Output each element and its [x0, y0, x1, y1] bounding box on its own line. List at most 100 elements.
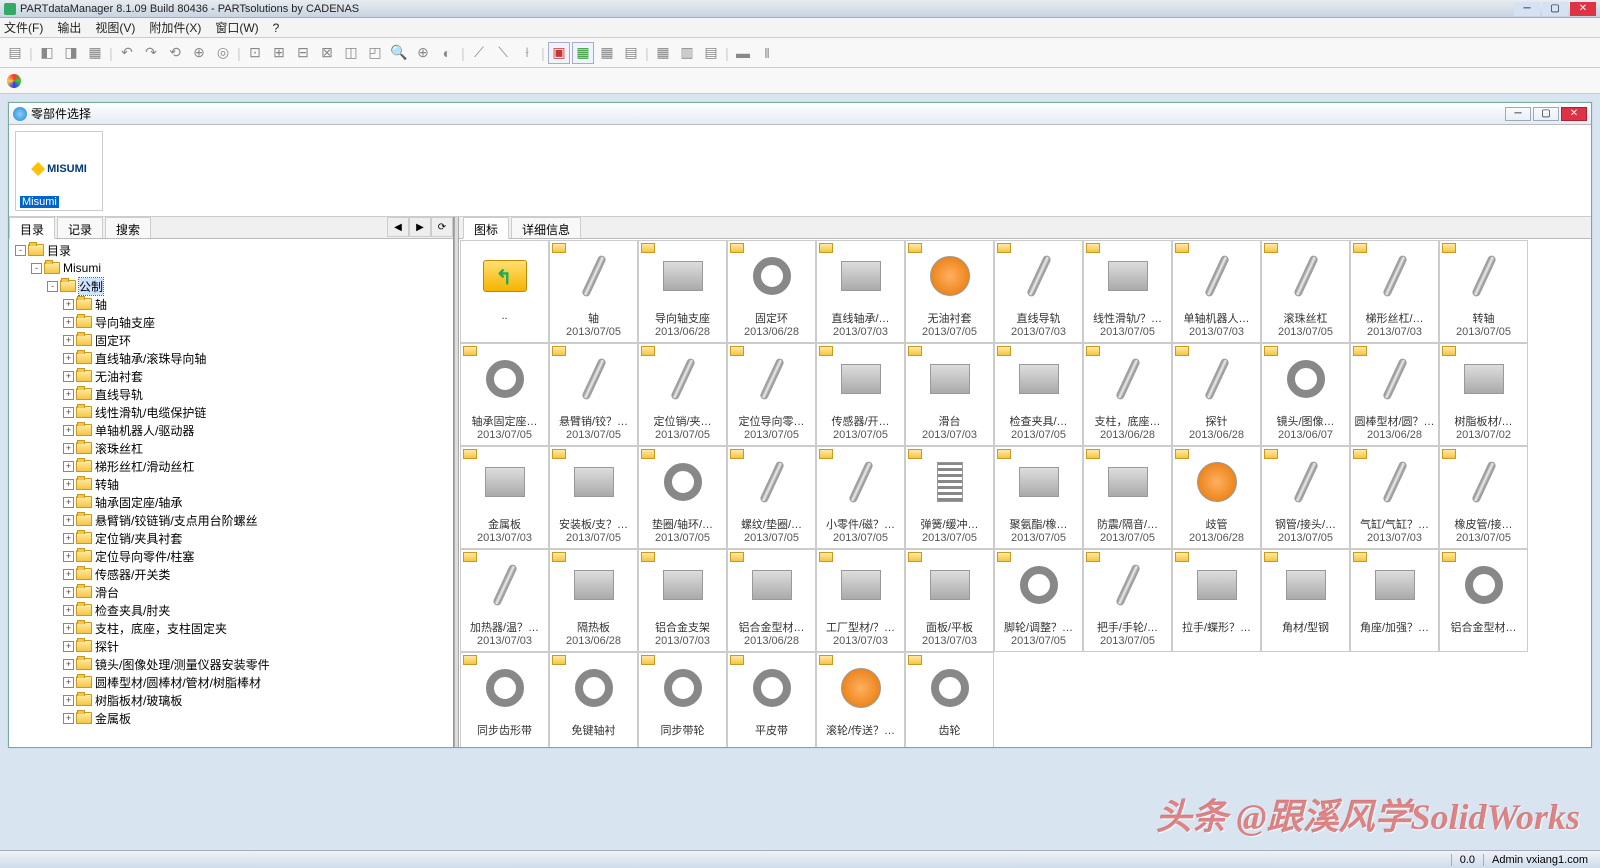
thumbnail-cell[interactable]: 滚轮/传送？… [816, 652, 905, 747]
expand-toggle-icon[interactable]: + [63, 353, 74, 364]
thumbnail-cell[interactable]: 拉手/蝶形？… [1172, 549, 1261, 652]
thumbnail-cell[interactable]: 定位销/夹…2013/07/05 [638, 343, 727, 446]
tree-node[interactable]: +镜头/图像处理/测量仪器安装零件 [13, 655, 449, 673]
tool-cube-icon[interactable]: ◧ [36, 42, 58, 64]
tool-view4-icon[interactable]: ⊠ [316, 42, 338, 64]
tree-node[interactable]: +传感器/开关类 [13, 565, 449, 583]
thumbnail-cell[interactable]: 直线导轨2013/07/03 [994, 240, 1083, 343]
thumbnail-cell[interactable]: 直线轴承/…2013/07/03 [816, 240, 905, 343]
tree-node[interactable]: +单轴机器人/驱动器 [13, 421, 449, 439]
catalog-tree[interactable]: -目录-Misumi-公制+轴+导向轴支座+固定环+直线轴承/滚珠导向轴+无油衬… [9, 239, 453, 747]
tree-node[interactable]: -Misumi [13, 259, 449, 277]
tool-view3-icon[interactable]: ⊟ [292, 42, 314, 64]
expand-toggle-icon[interactable]: + [63, 317, 74, 328]
tool-view5-icon[interactable]: ◫ [340, 42, 362, 64]
thumbnail-cell[interactable]: 轴2013/07/05 [549, 240, 638, 343]
thumbnail-cell[interactable]: 安装板/支？…2013/07/05 [549, 446, 638, 549]
tree-node[interactable]: +金属板 [13, 709, 449, 727]
expand-toggle-icon[interactable]: + [63, 407, 74, 418]
tree-node[interactable]: +导向轴支座 [13, 313, 449, 331]
thumbnail-cell[interactable]: 聚氨酯/橡…2013/07/05 [994, 446, 1083, 549]
tree-node[interactable]: -公制 [13, 277, 449, 295]
tree-node[interactable]: +定位销/夹具衬套 [13, 529, 449, 547]
thumbnail-cell[interactable]: 防震/隔音/…2013/07/05 [1083, 446, 1172, 549]
thumbnail-cell[interactable]: .. [460, 240, 549, 343]
minimize-button[interactable]: ─ [1514, 2, 1540, 16]
thumbnail-cell[interactable]: 支柱，底座…2013/06/28 [1083, 343, 1172, 446]
vendor-logo[interactable]: MISUMI Misumi [15, 131, 103, 211]
thumbnail-cell[interactable]: 悬臂销/铰？…2013/07/05 [549, 343, 638, 446]
tool-code-icon[interactable]: ‖ [756, 42, 778, 64]
tool-bar-icon[interactable]: ▬ [732, 42, 754, 64]
tool-dim1-icon[interactable]: ⟋ [468, 42, 490, 64]
thumbnail-cell[interactable]: 无油衬套2013/07/05 [905, 240, 994, 343]
tool-nav3-icon[interactable]: ⟲ [164, 42, 186, 64]
sub-maximize-button[interactable]: ▢ [1533, 107, 1559, 121]
thumbnail-cell[interactable]: 轴承固定座…2013/07/05 [460, 343, 549, 446]
thumbnail-cell[interactable]: 定位导向零…2013/07/05 [727, 343, 816, 446]
expand-toggle-icon[interactable]: + [63, 497, 74, 508]
tree-node[interactable]: +探针 [13, 637, 449, 655]
thumbnail-cell[interactable]: 梯形丝杠/…2013/07/03 [1350, 240, 1439, 343]
thumbnail-cell[interactable]: 小零件/磁？…2013/07/05 [816, 446, 905, 549]
expand-toggle-icon[interactable]: + [63, 515, 74, 526]
thumbnail-cell[interactable]: 隔热板2013/06/28 [549, 549, 638, 652]
thumbnail-cell[interactable]: 角材/型钢 [1261, 549, 1350, 652]
tool-view1-icon[interactable]: ⊡ [244, 42, 266, 64]
tree-node[interactable]: +固定环 [13, 331, 449, 349]
expand-toggle-icon[interactable]: + [63, 551, 74, 562]
expand-toggle-icon[interactable]: + [63, 605, 74, 616]
tool-nav1-icon[interactable]: ↶ [116, 42, 138, 64]
menu-item-1[interactable]: 输出 [57, 19, 81, 36]
tree-node[interactable]: +转轴 [13, 475, 449, 493]
thumbnail-cell[interactable]: 橡皮管/接…2013/07/05 [1439, 446, 1528, 549]
tool-sphere-icon[interactable]: ◐ [436, 42, 458, 64]
tool-view6-icon[interactable]: ◰ [364, 42, 386, 64]
left-tab-0[interactable]: 目录 [9, 217, 55, 239]
tree-node[interactable]: +线性滑轨/电缆保护链 [13, 403, 449, 421]
thumbnail-cell[interactable]: 角座/加强？… [1350, 549, 1439, 652]
expand-toggle-icon[interactable]: + [63, 569, 74, 580]
tree-node[interactable]: +直线轴承/滚珠导向轴 [13, 349, 449, 367]
expand-toggle-icon[interactable]: + [63, 695, 74, 706]
color-wheel-icon[interactable] [4, 71, 24, 91]
thumbnail-cell[interactable]: 树脂板材/…2013/07/02 [1439, 343, 1528, 446]
thumbnail-cell[interactable]: 垫圈/轴环/…2013/07/05 [638, 446, 727, 549]
tool-plus-icon[interactable]: ⊕ [412, 42, 434, 64]
thumbnail-cell[interactable]: 转轴2013/07/05 [1439, 240, 1528, 343]
expand-toggle-icon[interactable]: - [47, 281, 58, 292]
thumbnail-cell[interactable]: 探针2013/06/28 [1172, 343, 1261, 446]
thumbnail-cell[interactable]: 滚珠丝杠2013/07/05 [1261, 240, 1350, 343]
tree-node[interactable]: +支柱，底座，支柱固定夹 [13, 619, 449, 637]
maximize-button[interactable]: ▢ [1542, 2, 1568, 16]
sub-close-button[interactable]: ✕ [1561, 107, 1587, 121]
expand-toggle-icon[interactable]: + [63, 299, 74, 310]
left-tab-2[interactable]: 搜索 [105, 217, 151, 238]
expand-toggle-icon[interactable]: + [63, 461, 74, 472]
tree-nav-1[interactable]: ▶ [409, 217, 431, 237]
tool-table1-icon[interactable]: ▦ [652, 42, 674, 64]
tool-dim3-icon[interactable]: ⟊ [516, 42, 538, 64]
expand-toggle-icon[interactable]: + [63, 443, 74, 454]
thumbnail-cell[interactable]: 线性滑轨/？…2013/07/05 [1083, 240, 1172, 343]
thumbnail-cell[interactable]: 工厂型材/？…2013/07/03 [816, 549, 905, 652]
menu-item-2[interactable]: 视图(V) [95, 19, 135, 36]
thumbnail-cell[interactable]: 把手/手轮/…2013/07/05 [1083, 549, 1172, 652]
right-tab-0[interactable]: 图标 [463, 217, 509, 239]
thumbnail-cell[interactable]: 歧管2013/06/28 [1172, 446, 1261, 549]
tree-node[interactable]: +轴承固定座/轴承 [13, 493, 449, 511]
expand-toggle-icon[interactable]: + [63, 623, 74, 634]
tree-nav-0[interactable]: ◀ [387, 217, 409, 237]
tool-grid1-icon[interactable]: ▦ [596, 42, 618, 64]
thumbnail-cell[interactable]: 面板/平板2013/07/03 [905, 549, 994, 652]
tree-node[interactable]: +检查夹具/肘夹 [13, 601, 449, 619]
menu-item-3[interactable]: 附加件(X) [149, 19, 201, 36]
thumbnail-cell[interactable]: 同步带轮 [638, 652, 727, 747]
thumbnail-cell[interactable]: 金属板2013/07/03 [460, 446, 549, 549]
thumbnail-cell[interactable]: 传感器/开…2013/07/05 [816, 343, 905, 446]
thumbnail-cell[interactable]: 免键轴衬 [549, 652, 638, 747]
expand-toggle-icon[interactable]: + [63, 335, 74, 346]
tool-nav2-icon[interactable]: ↷ [140, 42, 162, 64]
expand-toggle-icon[interactable]: + [63, 641, 74, 652]
thumbnail-cell[interactable]: 固定环2013/06/28 [727, 240, 816, 343]
